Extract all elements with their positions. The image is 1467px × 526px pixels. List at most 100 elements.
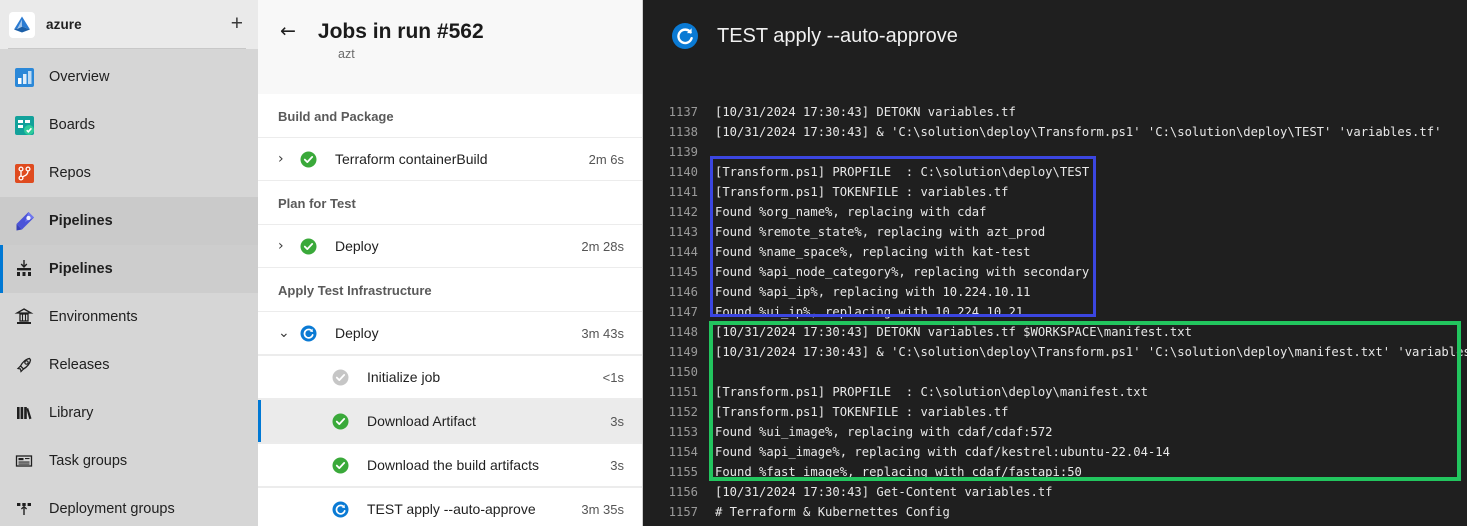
line-text: Found %org_name%, replacing with cdaf: [715, 205, 987, 219]
pipelines-sub-icon: [11, 256, 37, 282]
job-row-selected[interactable]: Download Artifact 3s: [258, 399, 642, 443]
line-text: [Transform.ps1] PROPFILE : C:\solution\d…: [715, 385, 1148, 399]
sidebar-item-library[interactable]: Library: [0, 389, 258, 437]
log-line: 1146 Found %api_ip%, replacing with 10.22…: [643, 282, 1467, 302]
log-line: 1154 Found %api_image%, replacing with cd…: [643, 442, 1467, 462]
line-text: [Transform.ps1] TOKENFILE : variables.tf: [715, 405, 1009, 419]
sidebar-item-environments[interactable]: Environments: [0, 293, 258, 341]
status-running-icon: [300, 325, 317, 342]
sidebar-item-releases[interactable]: Releases: [0, 341, 258, 389]
sidebar-item-overview[interactable]: Overview: [0, 53, 258, 101]
log-line: 1148 [10/31/2024 17:30:43] DETOKN variabl…: [643, 322, 1467, 342]
line-number: 1147: [668, 305, 698, 319]
sidebar-item-label: Task groups: [49, 453, 128, 469]
log-panel-header: TEST apply --auto-approve: [643, 0, 1467, 72]
job-duration: 3m 35s: [581, 501, 624, 517]
sidebar-item-label: Pipelines: [49, 213, 113, 229]
jobs-panel-header: ← Jobs in run #562 azt: [258, 0, 642, 94]
sidebar-item-label: Pipelines: [49, 261, 113, 277]
add-new-button[interactable]: +: [228, 13, 246, 37]
line-number: 1153: [668, 425, 698, 439]
log-line: 1155 Found %fast_image%, replacing with c…: [643, 462, 1467, 482]
line-text: [10/31/2024 17:30:43] & 'C:\solution\dep…: [715, 345, 1467, 359]
line-text: Found %api_node_category%, replacing wit…: [715, 265, 1090, 279]
status-succeeded-icon: [300, 151, 317, 168]
pipelines-icon: [11, 208, 37, 234]
deployment-groups-icon: [11, 496, 37, 522]
sidebar-item-label: Library: [49, 405, 94, 421]
line-number: 1141: [668, 185, 698, 199]
log-line: 1145 Found %api_node_category%, replacing…: [643, 262, 1467, 282]
log-panel[interactable]: TEST apply --auto-approve 1137 [10/31/202…: [643, 0, 1467, 526]
sidebar-nav-list: Overview Boards Repos Pipelines Pipeline…: [0, 49, 258, 526]
line-text: [Transform.ps1] TOKENFILE : variables.tf: [715, 185, 1009, 199]
line-number: 1157: [668, 505, 698, 519]
line-number: 1146: [668, 285, 698, 299]
log-line: 1139: [643, 142, 1467, 162]
sidebar-item-deployment-groups[interactable]: Deployment groups: [0, 485, 258, 526]
line-number: 1145: [668, 265, 698, 279]
job-duration: 2m 6s: [588, 151, 624, 167]
job-row[interactable]: ⌄ Deploy 3m 43s: [258, 311, 642, 355]
azure-devops-logo-icon: [9, 11, 35, 38]
status-running-icon: [332, 501, 349, 518]
stage-label: Build and Package: [258, 94, 642, 137]
line-number: 1138: [668, 125, 698, 139]
line-text: Found %ui_image%, replacing with cdaf/cd…: [715, 425, 1053, 439]
environments-icon: [11, 304, 37, 330]
chevron-right-icon[interactable]: ›: [278, 151, 300, 167]
job-row[interactable]: Download the build artifacts 3s: [258, 443, 642, 487]
line-number: 1142: [668, 205, 698, 219]
releases-icon: [11, 352, 37, 378]
line-number: 1139: [668, 145, 698, 159]
job-row[interactable]: › Terraform containerBuild 2m 6s: [258, 137, 642, 181]
sidebar-item-pipelines-sub[interactable]: Pipelines: [0, 245, 258, 293]
chevron-right-icon[interactable]: ›: [278, 238, 300, 254]
log-line: 1153 Found %ui_image%, replacing with cda…: [643, 422, 1467, 442]
sidebar-item-label: Overview: [49, 69, 110, 85]
line-text: Found %api_ip%, replacing with 10.224.10…: [715, 285, 1031, 299]
stage-label: Apply Test Infrastructure: [258, 268, 642, 311]
log-line: 1138 [10/31/2024 17:30:43] & 'C:\solution…: [643, 122, 1467, 142]
line-number: 1155: [668, 465, 698, 479]
job-duration: 3s: [610, 457, 624, 473]
line-text: Found %remote_state%, replacing with azt…: [715, 225, 1046, 239]
back-arrow-icon[interactable]: ←: [280, 20, 296, 42]
job-row[interactable]: TEST apply --auto-approve 3m 35s: [258, 487, 642, 526]
job-row[interactable]: Initialize job <1s: [258, 355, 642, 399]
job-duration: <1s: [602, 369, 624, 385]
status-skipped-icon: [332, 369, 349, 386]
job-name: Terraform containerBuild: [335, 151, 488, 167]
log-line: 1144 Found %name_space%, replacing with k…: [643, 242, 1467, 262]
line-number: 1143: [668, 225, 698, 239]
job-row[interactable]: › Deploy 2m 28s: [258, 224, 642, 268]
line-number: 1137: [668, 105, 698, 119]
line-number: 1149: [668, 345, 698, 359]
line-number: 1156: [668, 485, 698, 499]
repos-icon: [11, 160, 37, 186]
log-line: 1141 [Transform.ps1] TOKENFILE : variable…: [643, 182, 1467, 202]
page-title: Jobs in run #562: [317, 20, 484, 43]
line-text: [10/31/2024 17:30:43] & 'C:\solution\dep…: [715, 125, 1442, 139]
log-lines-container[interactable]: 1137 [10/31/2024 17:30:43] DETOKN variabl…: [643, 72, 1467, 522]
boards-icon: [11, 112, 37, 138]
chevron-down-icon[interactable]: ⌄: [278, 325, 300, 341]
log-line: 1137 [10/31/2024 17:30:43] DETOKN variabl…: [643, 102, 1467, 122]
log-line: 1140 [Transform.ps1] PROPFILE : C:\soluti…: [643, 162, 1467, 182]
sidebar-item-boards[interactable]: Boards: [0, 101, 258, 149]
task-groups-icon: [11, 448, 37, 474]
job-name: Download Artifact: [367, 413, 476, 429]
job-duration: 3m 43s: [581, 325, 624, 341]
sidebar-header: azure +: [0, 0, 258, 49]
line-text: Found %name_space%, replacing with kat-t…: [715, 245, 1031, 259]
sidebar-item-repos[interactable]: Repos: [0, 149, 258, 197]
overview-icon: [11, 64, 37, 90]
log-title: TEST apply --auto-approve: [717, 24, 958, 47]
job-name: Deploy: [335, 325, 379, 341]
sidebar-item-task-groups[interactable]: Task groups: [0, 437, 258, 485]
log-line: 1147 Found %ui_ip%, replacing with 10.224…: [643, 302, 1467, 322]
sidebar-item-label: Boards: [49, 117, 95, 133]
line-text: Found %api_image%, replacing with cdaf/k…: [715, 445, 1170, 459]
azure-devops-window: azure + Overview Boards Repos Pipelines …: [0, 0, 1467, 526]
sidebar-item-pipelines[interactable]: Pipelines: [0, 197, 258, 245]
